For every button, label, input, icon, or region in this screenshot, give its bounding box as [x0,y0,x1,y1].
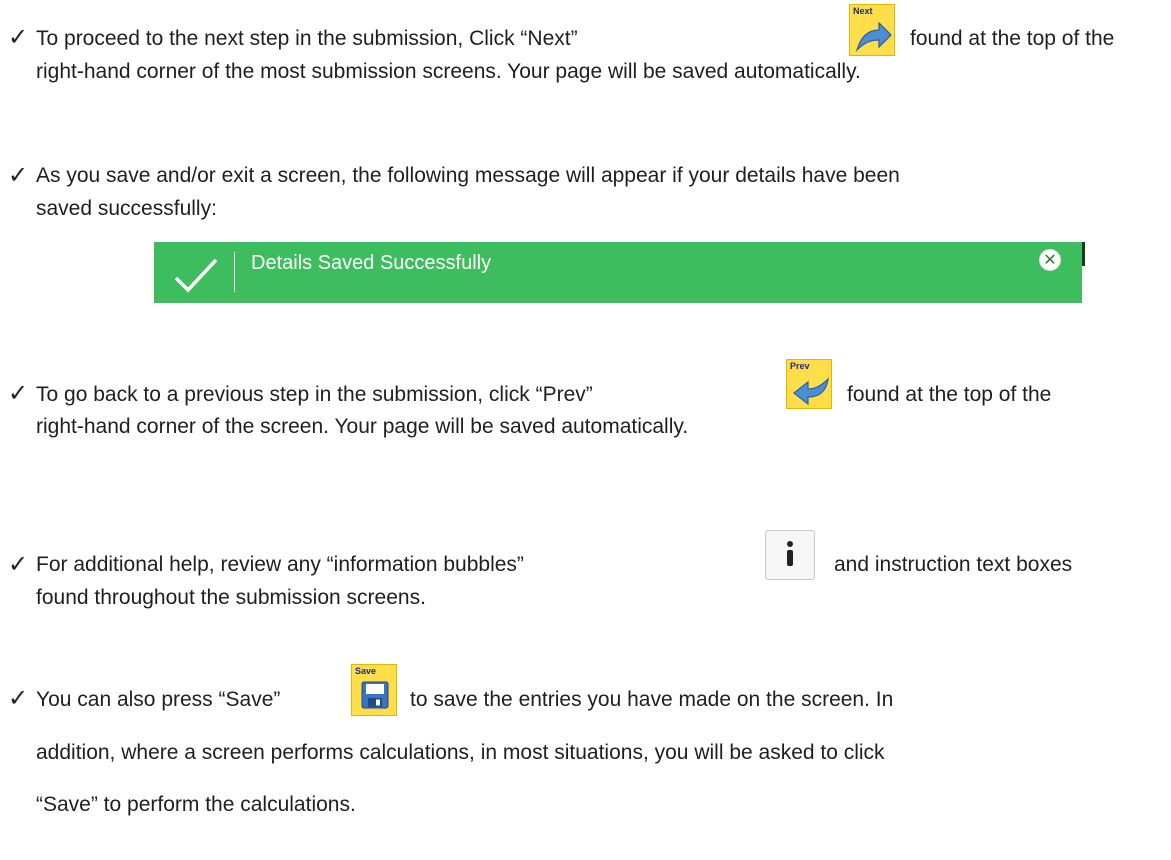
success-banner: Details Saved Successfully ✕ [154,242,1082,303]
checkmark-bullet: ✓ [8,23,29,51]
banner-edge [1082,242,1085,266]
close-icon: ✕ [1043,250,1057,269]
next-label: Next [853,6,873,16]
prev-button[interactable]: Prev [786,359,832,409]
item-5-line-3: addition, where a screen performs calcul… [36,741,885,764]
checkmark-bullet: ✓ [8,161,29,189]
info-icon [787,541,793,566]
item-4-line-1: For additional help, review any “informa… [36,553,524,576]
item-1-line-1: To proceed to the next step in the submi… [36,27,578,50]
item-5-line-2: to save the entries you have made on the… [410,688,894,711]
save-button[interactable]: Save [351,664,397,716]
item-4-line-2: and instruction text boxes [834,553,1073,576]
item-2-line-1: As you save and/or exit a screen, the fo… [36,164,900,187]
prev-arrow-icon [793,377,829,406]
item-3-line-2: found at the top of the [847,383,1052,406]
save-label: Save [355,666,377,676]
item-5-line-1: You can also press “Save” [36,688,281,711]
item-3-line-1: To go back to a previous step in the sub… [36,383,593,406]
item-3-line-3: right-hand corner of the screen. Your pa… [36,415,689,438]
checkmark-bullet: ✓ [8,550,29,578]
checkmark-icon [174,258,218,293]
item-2-line-2: saved successfully: [36,197,217,220]
item-1-line-3: right-hand corner of the most submission… [36,60,861,83]
save-floppy-icon [361,681,389,709]
next-arrow-icon [855,21,892,53]
prev-label: Prev [790,361,810,371]
checkmark-bullet: ✓ [8,379,29,407]
close-button[interactable]: ✕ [1039,249,1061,271]
banner-divider [234,252,235,292]
item-4-line-3: found throughout the submission screens. [36,586,426,609]
item-5-line-4: “Save” to perform the calculations. [36,793,356,816]
checkmark-bullet: ✓ [8,684,29,712]
next-button[interactable]: Next [849,4,895,56]
item-1-line-2: found at the top of the [910,27,1115,50]
info-bubble-button[interactable] [765,530,815,580]
banner-message: Details Saved Successfully [251,252,492,274]
